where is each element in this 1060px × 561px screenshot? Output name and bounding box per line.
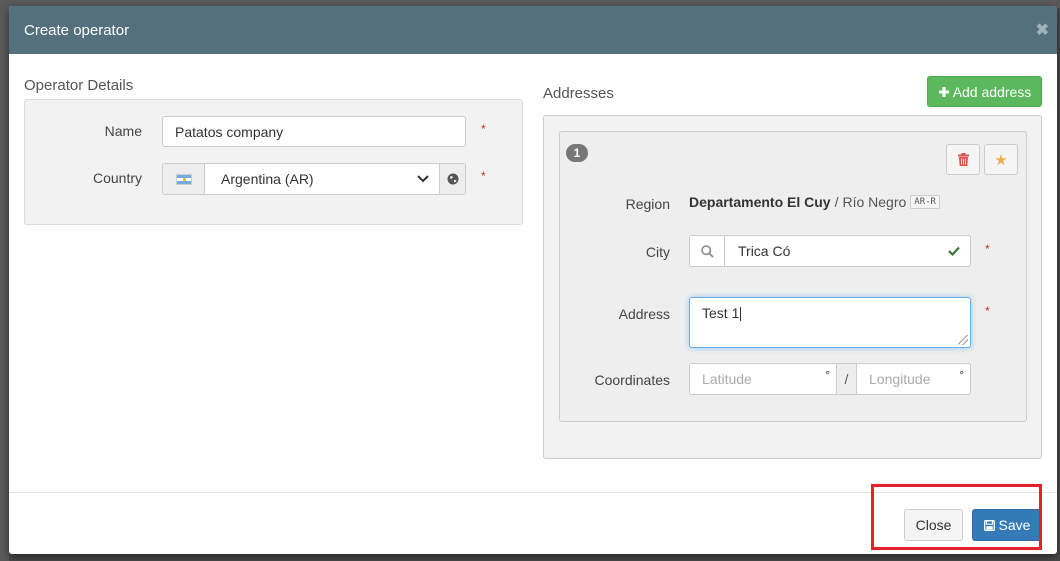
longitude-placeholder: Longitude — [869, 371, 931, 387]
modal-header: Create operator ✖ — [9, 6, 1057, 54]
search-addon — [690, 236, 725, 266]
address-required-mark: * — [985, 304, 990, 318]
create-operator-modal: Create operator ✖ Operator Details Name … — [9, 6, 1057, 554]
region-label: Region — [625, 196, 670, 212]
name-label: Name — [104, 123, 142, 139]
region-primary: Departamento El Cuy — [689, 194, 831, 210]
country-label: Country — [92, 170, 142, 186]
city-label: City — [645, 244, 670, 260]
operator-details-title: Operator Details — [24, 77, 134, 94]
flag-addon — [163, 164, 205, 194]
name-required-mark: * — [481, 122, 486, 136]
modal-body: Operator Details Name Patatos company * … — [9, 54, 1057, 492]
region-separator: / — [834, 194, 839, 210]
trash-icon — [957, 153, 969, 166]
delete-address-button[interactable] — [946, 144, 980, 175]
coordinates-group: Latitude ° / Longitude ° — [689, 363, 971, 395]
country-required-mark: * — [481, 169, 486, 183]
country-select[interactable]: Argentina (AR) — [205, 164, 439, 194]
longitude-degree: ° — [959, 368, 964, 382]
country-input-group: Argentina (AR) — [162, 163, 466, 195]
primary-address-button[interactable]: ★ — [984, 144, 1018, 175]
add-address-button[interactable]: Add address — [927, 76, 1042, 107]
globe-button[interactable] — [439, 164, 465, 194]
city-value: Trica Có — [738, 243, 791, 259]
latitude-degree: ° — [825, 368, 830, 382]
backdrop-sidebar — [0, 8, 9, 561]
addresses-title: Addresses — [543, 85, 614, 102]
city-required-mark: * — [985, 242, 990, 256]
address-index-badge: 1 — [566, 144, 588, 162]
region-secondary: Río Negro — [842, 194, 907, 210]
latitude-placeholder: Latitude — [702, 371, 752, 387]
close-icon[interactable]: ✖ — [1036, 20, 1049, 40]
city-input[interactable]: Trica Có — [725, 236, 970, 266]
check-icon — [948, 246, 960, 256]
coordinate-separator: / — [837, 363, 856, 395]
search-icon — [700, 244, 714, 258]
modal-title: Create operator — [24, 21, 130, 39]
address-textarea[interactable]: Test 1 — [689, 297, 971, 348]
modal-footer: Close Save — [9, 492, 1057, 554]
country-select-value: Argentina (AR) — [221, 171, 314, 187]
address-value: Test 1 — [702, 305, 740, 321]
region-value: Departamento El Cuy / Río Negro AR-R — [689, 194, 940, 210]
save-button[interactable]: Save — [972, 509, 1042, 541]
globe-icon — [447, 173, 458, 185]
plus-icon — [938, 86, 949, 97]
region-code-tag: AR-R — [910, 195, 940, 209]
operator-details-panel: Name Patatos company * Country Argentina… — [24, 99, 523, 225]
save-icon — [983, 519, 995, 531]
address-card: 1 ★ Region Departamento El Cuy / Río Neg… — [559, 131, 1027, 422]
city-input-group[interactable]: Trica Có — [689, 235, 971, 267]
argentina-flag-icon — [175, 173, 192, 185]
text-cursor — [740, 307, 742, 322]
addresses-panel: 1 ★ Region Departamento El Cuy / Río Neg… — [543, 115, 1042, 459]
chevron-down-icon — [417, 175, 429, 183]
latitude-input[interactable]: Latitude ° — [689, 363, 837, 395]
address-label: Address — [618, 306, 670, 322]
name-input[interactable]: Patatos company — [162, 116, 466, 147]
longitude-input[interactable]: Longitude ° — [856, 363, 971, 395]
save-label: Save — [998, 517, 1031, 533]
add-address-label: Add address — [952, 83, 1032, 100]
coordinates-label: Coordinates — [594, 372, 671, 388]
close-button[interactable]: Close — [904, 509, 963, 541]
resize-handle[interactable] — [958, 335, 968, 345]
star-icon: ★ — [994, 151, 1008, 169]
